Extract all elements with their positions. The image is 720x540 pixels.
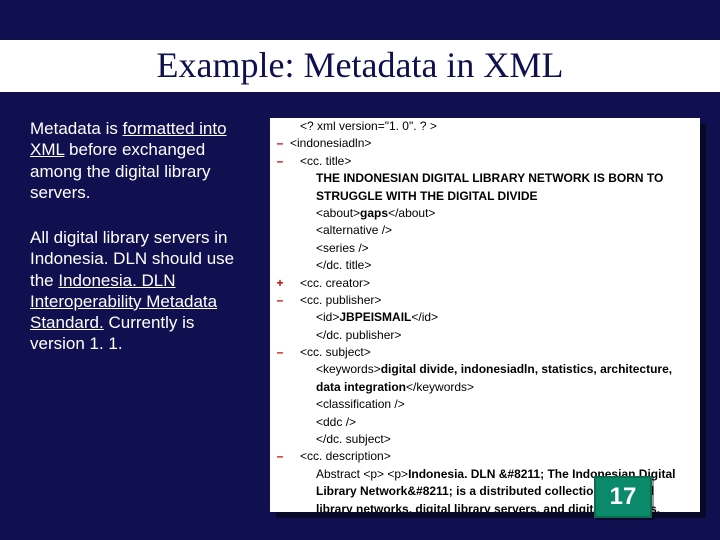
body-text: Metadata is formatted into XML before ex…	[30, 118, 250, 379]
page-number-badge: 17	[594, 476, 652, 518]
xml-line: </dc. title>	[288, 257, 700, 274]
xml-line: <indonesiadln>	[288, 135, 700, 152]
xml-line: </dc. subject>	[288, 431, 700, 448]
xml-line: </dc. publisher>	[288, 327, 700, 344]
tree-collapse-icon: –	[270, 448, 288, 465]
slide-title: Example: Metadata in XML	[0, 40, 720, 92]
paragraph-1: Metadata is formatted into XML before ex…	[30, 118, 250, 203]
xml-line: <cc. subject>	[288, 344, 700, 361]
xml-line: <ddc />	[288, 414, 700, 431]
xml-line: <id>JBPEISMAIL</id>	[288, 309, 700, 326]
xml-line: <alternative />	[288, 222, 700, 239]
xml-line: <keywords>digital divide, indonesiadln, …	[288, 361, 700, 396]
xml-code-pane: <? xml version="1. 0". ? > –<indonesiadl…	[270, 118, 700, 512]
tree-collapse-icon: –	[270, 344, 288, 361]
xml-line: <? xml version="1. 0". ? >	[288, 118, 700, 135]
tree-collapse-icon: –	[270, 292, 288, 309]
tree-collapse-icon: –	[270, 135, 288, 152]
slide: Example: Metadata in XML Metadata is for…	[0, 0, 720, 540]
xml-line: <cc. publisher>	[288, 292, 700, 309]
p1-lead: Metadata is	[30, 119, 123, 138]
tree-expand-icon: +	[270, 275, 288, 292]
paragraph-2: All digital library servers in Indonesia…	[30, 227, 250, 355]
xml-line: <cc. creator>	[288, 275, 700, 292]
xml-line: <series />	[288, 240, 700, 257]
xml-line: <cc. title>	[288, 153, 700, 170]
tree-collapse-icon: –	[270, 153, 288, 170]
xml-line: <classification />	[288, 396, 700, 413]
xml-line-bold: THE INDONESIAN DIGITAL LIBRARY NETWORK I…	[288, 170, 700, 205]
xml-line: <cc. description>	[288, 448, 700, 465]
xml-line: <about>gaps</about>	[288, 205, 700, 222]
